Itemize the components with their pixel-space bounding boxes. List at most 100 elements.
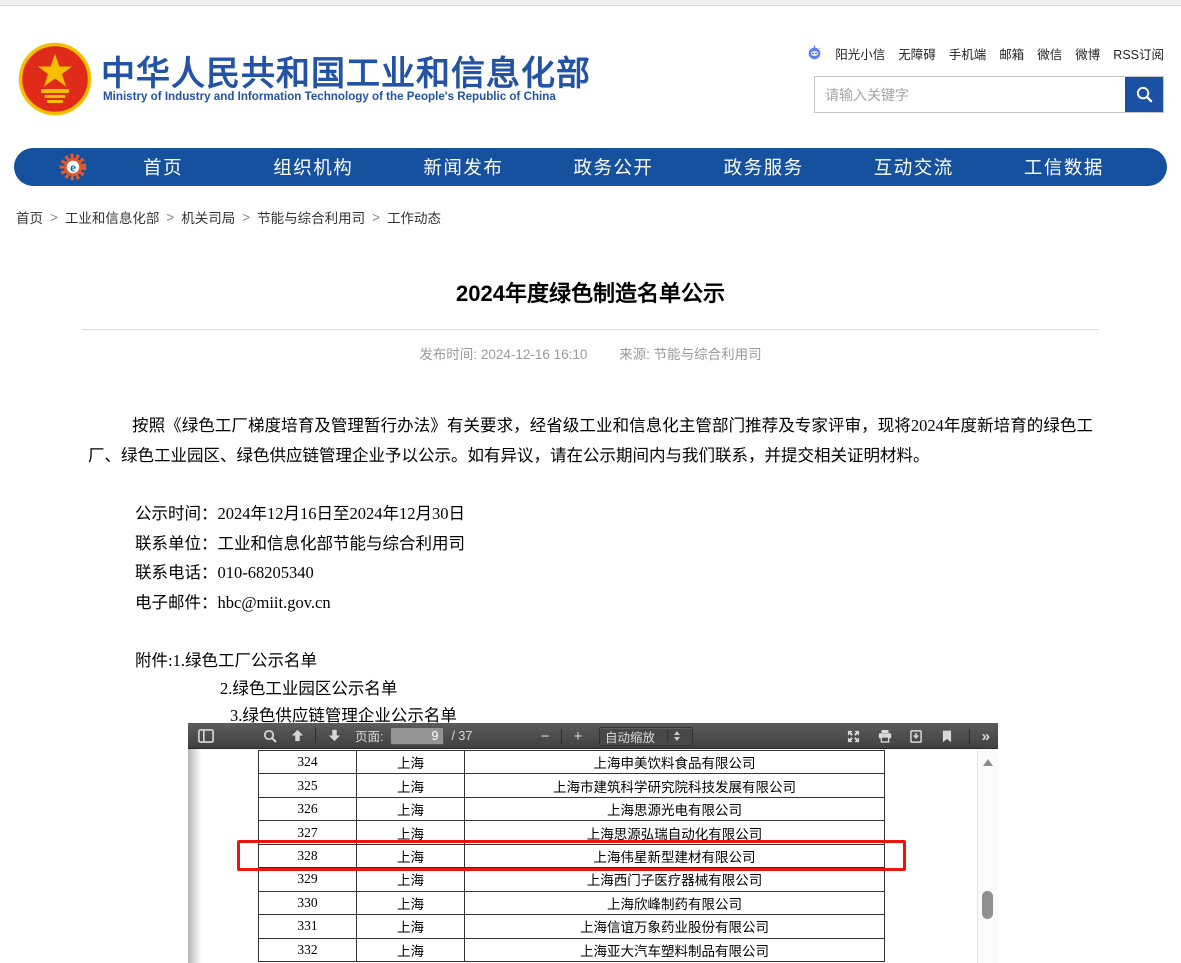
more-tools-button[interactable]: » <box>980 728 992 745</box>
arrow-up-icon <box>291 729 304 742</box>
quick-link-weibo[interactable]: 微博 <box>1075 44 1100 63</box>
pdf-scrollbar[interactable] <box>977 749 998 963</box>
title-divider <box>82 329 1099 330</box>
row-region: 上海 <box>357 868 465 891</box>
select-spinner-icon <box>667 731 680 741</box>
breadcrumb-work-trends[interactable]: 工作动态 <box>387 207 441 227</box>
row-number: 328 <box>259 844 357 867</box>
row-number: 331 <box>259 915 357 938</box>
breadcrumb-miit[interactable]: 工业和信息化部 <box>65 207 160 227</box>
source: 来源: 节能与综合利用司 <box>619 347 762 362</box>
row-number: 324 <box>259 751 357 774</box>
attachment-link-green-park[interactable]: 2.绿色工业园区公示名单 <box>220 679 397 698</box>
page-label: 页面: <box>355 726 383 745</box>
row-region: 上海 <box>357 797 465 820</box>
nav-item-news[interactable]: 新闻发布 <box>388 154 538 180</box>
pdf-content: 324上海上海申美饮料食品有限公司325上海上海市建筑科学研究院科技发展有限公司… <box>188 749 998 963</box>
publish-time: 发布时间: 2024-12-16 16:10 <box>419 347 587 362</box>
nav-item-miit-data[interactable]: 工信数据 <box>989 154 1139 180</box>
row-company: 上海伟星新型建材有限公司 <box>465 844 885 867</box>
attachment-link-green-factory[interactable]: 1.绿色工厂公示名单 <box>173 651 317 670</box>
nav-item-gov-services[interactable]: 政务服务 <box>689 154 839 180</box>
svg-text:e: e <box>70 160 76 175</box>
page-total: / 37 <box>451 729 472 743</box>
quick-link-accessibility[interactable]: 无障碍 <box>898 44 936 63</box>
find-icon <box>263 729 277 743</box>
national-emblem-logo <box>18 42 92 116</box>
previous-page-button[interactable] <box>285 726 309 746</box>
breadcrumb-home[interactable]: 首页 <box>16 207 43 227</box>
nav-item-gov-open[interactable]: 政务公开 <box>538 154 688 180</box>
nav-item-interaction[interactable]: 互动交流 <box>839 154 989 180</box>
breadcrumb-energy-dept[interactable]: 节能与综合利用司 <box>257 207 365 227</box>
pdf-viewer: 页面: / 37 − + 自动缩放 <box>188 723 998 963</box>
table-row: 330上海上海欣峰制药有限公司 <box>259 891 885 914</box>
presentation-mode-button[interactable] <box>842 726 866 746</box>
table-row: 331上海上海信谊万象药业股份有限公司 <box>259 915 885 938</box>
contact-info: 公示时间：2024年12月16日至2024年12月30日 联系单位：工业和信息化… <box>135 499 1181 617</box>
main-nav: e 首页 组织机构 新闻发布 政务公开 政务服务 互动交流 工信数据 <box>14 148 1167 186</box>
row-number: 325 <box>259 774 357 797</box>
next-page-button[interactable] <box>322 726 346 746</box>
download-button[interactable] <box>904 726 928 746</box>
scroll-up-arrow[interactable] <box>983 759 993 766</box>
row-company: 上海思源光电有限公司 <box>465 797 885 820</box>
print-button[interactable] <box>873 726 897 746</box>
row-company: 上海亚大汽车塑料制品有限公司 <box>465 938 885 961</box>
breadcrumb-separator: > <box>166 210 174 225</box>
site-title: 中华人民共和国工业和信息化部 <box>101 46 591 95</box>
table-row: 332上海上海亚大汽车塑料制品有限公司 <box>259 938 885 961</box>
row-region: 上海 <box>357 751 465 774</box>
robot-mascot-icon <box>807 45 822 63</box>
row-number: 326 <box>259 797 357 820</box>
breadcrumb-departments[interactable]: 机关司局 <box>181 207 235 227</box>
fullscreen-icon <box>847 730 860 743</box>
quick-link-mobile[interactable]: 手机端 <box>949 44 987 63</box>
search-box <box>814 76 1164 113</box>
zoom-select-value: 自动缩放 <box>605 727 655 746</box>
breadcrumb: 首页 > 工业和信息化部 > 机关司局 > 节能与综合利用司 > 工作动态 <box>16 207 441 227</box>
nav-item-home[interactable]: 首页 <box>88 154 238 180</box>
scroll-thumb[interactable] <box>982 891 993 919</box>
zoom-select[interactable]: 自动缩放 <box>599 727 693 746</box>
table-row: 324上海上海申美饮料食品有限公司 <box>259 751 885 774</box>
table-row: 325上海上海市建筑科学研究院科技发展有限公司 <box>259 774 885 797</box>
bookmark-button[interactable] <box>935 726 959 746</box>
zoom-out-button[interactable]: − <box>534 729 556 744</box>
article-title: 2024年度绿色制造名单公示 <box>0 276 1181 308</box>
pdf-page: 324上海上海申美饮料食品有限公司325上海上海市建筑科学研究院科技发展有限公司… <box>258 749 885 962</box>
arrow-down-icon <box>328 729 341 742</box>
info-line-contact-phone: 联系电话：010-68205340 <box>135 558 1181 588</box>
page-number-input[interactable] <box>390 727 444 745</box>
row-company: 上海西门子医疗器械有限公司 <box>465 868 885 891</box>
sidebar-toggle-button[interactable] <box>194 726 218 746</box>
search-input[interactable] <box>815 77 1125 112</box>
quick-link-sunshine-service[interactable]: 阳光小信 <box>835 44 885 63</box>
article-body: 按照《绿色工厂梯度培育及管理暂行办法》有关要求，经省级工业和信息化主管部门推荐及… <box>88 411 1093 471</box>
quick-link-wechat[interactable]: 微信 <box>1037 44 1062 63</box>
toolbar-divider <box>561 729 562 744</box>
article-meta: 发布时间: 2024-12-16 16:10 来源: 节能与综合利用司 <box>0 343 1181 363</box>
download-icon <box>910 730 922 743</box>
search-button[interactable] <box>1125 77 1163 112</box>
breadcrumb-separator: > <box>242 210 250 225</box>
national-emblem-icon <box>18 42 92 116</box>
attachments-label: 附件: <box>135 651 173 670</box>
page: 中华人民共和国工业和信息化部 Ministry of Industry and … <box>0 0 1181 963</box>
toolbar-divider <box>969 729 970 744</box>
nav-item-organization[interactable]: 组织机构 <box>238 154 388 180</box>
row-region: 上海 <box>357 891 465 914</box>
quick-link-mail[interactable]: 邮箱 <box>999 44 1024 63</box>
pdf-toolbar: 页面: / 37 − + 自动缩放 <box>188 723 998 749</box>
quick-link-rss[interactable]: RSS订阅 <box>1113 44 1164 63</box>
pdf-table-body: 324上海上海申美饮料食品有限公司325上海上海市建筑科学研究院科技发展有限公司… <box>259 751 885 962</box>
row-company: 上海申美饮料食品有限公司 <box>465 751 885 774</box>
breadcrumb-separator: > <box>372 210 380 225</box>
row-region: 上海 <box>357 774 465 797</box>
table-row: 327上海上海思源弘瑞自动化有限公司 <box>259 821 885 844</box>
zoom-in-button[interactable]: + <box>567 729 589 744</box>
row-company: 上海欣峰制药有限公司 <box>465 891 885 914</box>
search-icon <box>1135 85 1154 104</box>
toolbar-divider <box>315 728 316 743</box>
find-button[interactable] <box>258 726 282 746</box>
